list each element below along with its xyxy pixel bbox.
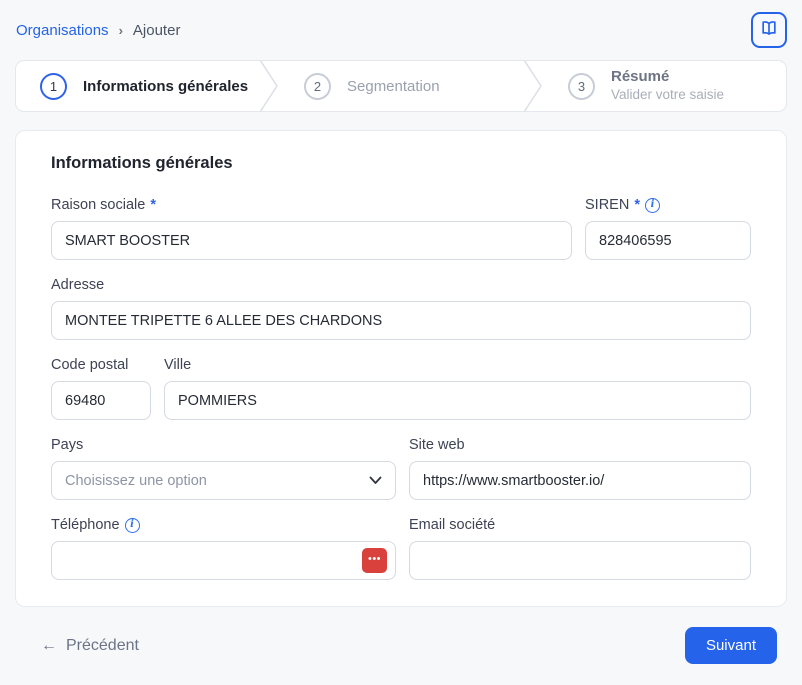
- wizard-footer: ← Précédent Suivant: [0, 607, 802, 664]
- step-1-number: 1: [40, 73, 67, 100]
- step-3-sublabel: Valider votre saisie: [611, 87, 724, 104]
- arrow-left-icon: ←: [41, 637, 57, 655]
- previous-button[interactable]: ← Précédent: [41, 637, 139, 655]
- adresse-label: Adresse: [51, 277, 104, 293]
- pays-label: Pays: [51, 437, 83, 453]
- pays-selected-option: Choisissez une option: [65, 473, 207, 489]
- field-siren: SIREN * i: [585, 197, 751, 260]
- step-1-label: Informations générales: [83, 78, 248, 95]
- step-separator-icon: [258, 61, 280, 111]
- step-separator-icon: [522, 61, 544, 111]
- ville-label: Ville: [164, 357, 191, 373]
- raison-sociale-label: Raison sociale: [51, 197, 145, 213]
- telephone-label: Téléphone: [51, 517, 120, 533]
- form-title: Informations générales: [51, 154, 751, 173]
- code-postal-input[interactable]: [51, 381, 151, 420]
- previous-label: Précédent: [66, 637, 139, 655]
- step-resume[interactable]: 3 Résumé Valider votre saisie: [544, 61, 786, 111]
- required-marker: *: [634, 197, 640, 213]
- pays-select[interactable]: Choisissez une option: [51, 461, 396, 500]
- step-3-number: 3: [568, 73, 595, 100]
- adresse-input[interactable]: [51, 301, 751, 340]
- field-raison-sociale: Raison sociale *: [51, 197, 572, 260]
- step-segmentation[interactable]: 2 Segmentation: [280, 61, 522, 111]
- telephone-input[interactable]: [51, 541, 396, 580]
- field-site-web: Site web: [409, 437, 751, 500]
- step-2-label: Segmentation: [347, 78, 440, 95]
- breadcrumb: Organisations › Ajouter: [16, 22, 180, 39]
- step-2-number: 2: [304, 73, 331, 100]
- site-web-label: Site web: [409, 437, 465, 453]
- field-adresse: Adresse: [51, 277, 751, 340]
- open-book-icon: [759, 18, 779, 43]
- step-informations-generales[interactable]: 1 Informations générales: [16, 61, 258, 111]
- chevron-down-icon: [369, 473, 382, 489]
- email-societe-label: Email société: [409, 517, 495, 533]
- form-card: Informations générales Raison sociale * …: [15, 130, 787, 607]
- field-code-postal: Code postal: [51, 357, 151, 420]
- field-email-societe: Email société: [409, 517, 751, 580]
- ville-input[interactable]: [164, 381, 751, 420]
- breadcrumb-separator-icon: ›: [119, 23, 123, 38]
- telephone-info-icon[interactable]: i: [125, 518, 140, 533]
- code-postal-label: Code postal: [51, 357, 128, 373]
- topbar: Organisations › Ajouter: [0, 0, 802, 58]
- siren-label: SIREN: [585, 197, 629, 213]
- required-marker: *: [150, 197, 156, 213]
- field-ville: Ville: [164, 357, 751, 420]
- email-societe-input[interactable]: [409, 541, 751, 580]
- site-web-input[interactable]: [409, 461, 751, 500]
- next-button[interactable]: Suivant: [685, 627, 777, 664]
- step-3-label: Résumé: [611, 68, 724, 87]
- add-organisation-page: Organisations › Ajouter 1 Informations g…: [0, 0, 802, 685]
- siren-input[interactable]: [585, 221, 751, 260]
- breadcrumb-organisations-link[interactable]: Organisations: [16, 22, 109, 39]
- siren-info-icon[interactable]: i: [645, 198, 660, 213]
- documentation-button[interactable]: [751, 12, 787, 48]
- raison-sociale-input[interactable]: [51, 221, 572, 260]
- password-manager-autofill-icon[interactable]: •••: [362, 548, 387, 573]
- wizard-stepper: 1 Informations générales 2 Segmentation …: [15, 60, 787, 112]
- field-telephone: Téléphone i •••: [51, 517, 396, 580]
- breadcrumb-current: Ajouter: [133, 22, 181, 39]
- field-pays: Pays Choisissez une option: [51, 437, 396, 500]
